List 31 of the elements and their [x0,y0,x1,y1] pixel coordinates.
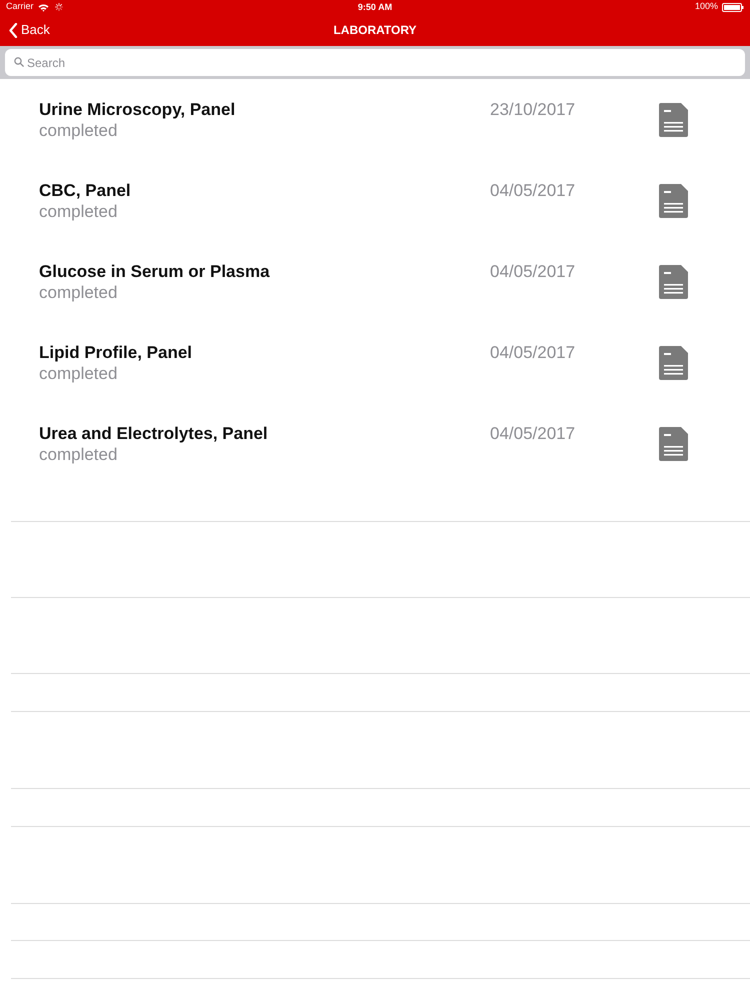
back-button[interactable]: Back [0,14,54,46]
wifi-icon [38,2,49,12]
search-icon [14,57,24,67]
result-title: Urine Microscopy, Panel [39,100,236,120]
result-title: CBC, Panel [39,181,131,201]
clock-time: 9:50 AM [358,2,392,12]
chevron-left-icon [9,22,18,38]
result-date: 04/05/2017 [490,424,576,443]
screen-title: LABORATORY [333,22,417,39]
result-date: 04/05/2017 [490,181,576,200]
result-status: completed [39,201,118,222]
result-status: completed [39,444,118,465]
battery-percent: 100% [694,0,718,14]
carrier-label: Carrier [6,0,34,14]
document-icon[interactable] [659,265,688,299]
spinner-icon [54,3,63,11]
result-date: 23/10/2017 [490,100,576,119]
result-title: Urea and Electrolytes, Panel [39,424,268,444]
battery-icon [722,2,744,12]
document-icon[interactable] [659,103,688,137]
document-icon[interactable] [659,427,688,461]
document-icon[interactable] [659,184,688,218]
document-icon[interactable] [659,346,688,380]
result-title: Lipid Profile, Panel [39,343,192,363]
result-status: completed [39,282,118,303]
search-field[interactable]: Search [5,49,745,76]
result-date: 04/05/2017 [490,343,576,362]
result-date: 04/05/2017 [490,262,576,281]
result-status: completed [39,120,118,141]
result-title: Glucose in Serum or Plasma [39,262,270,282]
result-status: completed [39,363,118,384]
